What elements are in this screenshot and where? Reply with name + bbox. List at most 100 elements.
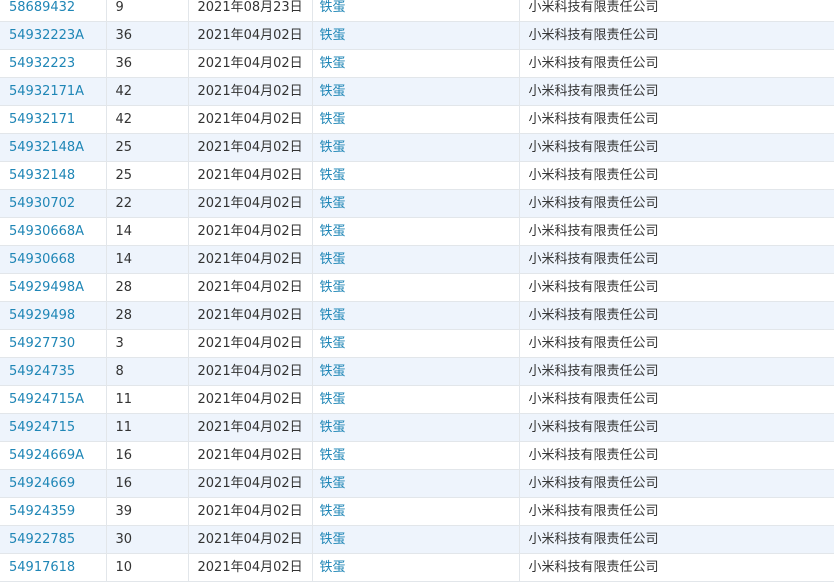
registration-number-link[interactable]: 54932171 — [9, 112, 75, 127]
trademark-name-link[interactable]: 铁蛋 — [320, 168, 346, 183]
applicant-name: 小米科技有限责任公司 — [528, 336, 659, 351]
trademark-name-link[interactable]: 铁蛋 — [320, 56, 346, 71]
trademark-name-cell: 铁蛋 — [312, 553, 520, 582]
trademark-name-cell: 铁蛋 — [312, 161, 520, 190]
applicant-cell: 小米科技有限责任公司 — [519, 273, 834, 302]
applicant-name: 小米科技有限责任公司 — [528, 0, 659, 15]
application-date-cell: 2021年04月02日 — [188, 245, 313, 274]
class-number: 16 — [115, 448, 133, 463]
registration-number-link[interactable]: 54922785 — [9, 532, 75, 547]
class-cell: 42 — [106, 105, 189, 134]
class-cell: 25 — [106, 133, 189, 162]
application-date: 2021年04月02日 — [197, 252, 303, 267]
class-cell: 14 — [106, 245, 189, 274]
registration-number-link[interactable]: 54932223 — [9, 56, 75, 71]
trademark-name-link[interactable]: 铁蛋 — [320, 84, 346, 99]
registration-number-link[interactable]: 54927730 — [9, 336, 75, 351]
registration-number-link[interactable]: 54924715 — [9, 420, 75, 435]
registration-number-link[interactable]: 54930668A — [9, 224, 84, 239]
registration-number-cell: 54924715A — [0, 385, 107, 414]
class-number: 25 — [115, 168, 133, 183]
trademark-name-cell: 铁蛋 — [312, 105, 520, 134]
registration-number-cell: 54922785 — [0, 525, 107, 554]
class-cell: 28 — [106, 273, 189, 302]
application-date: 2021年04月02日 — [197, 224, 303, 239]
registration-number-cell: 54924669A — [0, 441, 107, 470]
trademark-name-link[interactable]: 铁蛋 — [320, 112, 346, 127]
registration-number-link[interactable]: 54929498A — [9, 280, 84, 295]
trademark-name-cell: 铁蛋 — [312, 385, 520, 414]
registration-number-cell: 54917618 — [0, 553, 107, 582]
trademark-name-cell: 铁蛋 — [312, 0, 520, 22]
applicant-cell: 小米科技有限责任公司 — [519, 77, 834, 106]
class-cell: 16 — [106, 441, 189, 470]
applicant-cell: 小米科技有限责任公司 — [519, 357, 834, 386]
registration-number-link[interactable]: 54924669 — [9, 476, 75, 491]
trademark-name-link[interactable]: 铁蛋 — [320, 476, 346, 491]
applicant-name: 小米科技有限责任公司 — [528, 504, 659, 519]
applicant-cell: 小米科技有限责任公司 — [519, 525, 834, 554]
application-date-cell: 2021年04月02日 — [188, 497, 313, 526]
trademark-name-link[interactable]: 铁蛋 — [320, 252, 346, 267]
trademark-name-link[interactable]: 铁蛋 — [320, 364, 346, 379]
applicant-name: 小米科技有限责任公司 — [528, 140, 659, 155]
trademark-name-link[interactable]: 铁蛋 — [320, 504, 346, 519]
trademark-name-link[interactable]: 铁蛋 — [320, 336, 346, 351]
application-date-cell: 2021年08月23日 — [188, 0, 313, 22]
registration-number-link[interactable]: 54924359 — [9, 504, 75, 519]
table-row: 54924715A 11 2021年04月02日 铁蛋 小米科技有限责任公司 — [0, 385, 834, 414]
trademark-name-link[interactable]: 铁蛋 — [320, 420, 346, 435]
table-row: 54932171 42 2021年04月02日 铁蛋 小米科技有限责任公司 — [0, 105, 834, 134]
trademark-name-cell: 铁蛋 — [312, 301, 520, 330]
applicant-name: 小米科技有限责任公司 — [528, 196, 659, 211]
trademark-name-link[interactable]: 铁蛋 — [320, 392, 346, 407]
trademark-name-link[interactable]: 铁蛋 — [320, 308, 346, 323]
trademark-name-link[interactable]: 铁蛋 — [320, 448, 346, 463]
trademark-name-link[interactable]: 铁蛋 — [320, 280, 346, 295]
registration-number-link[interactable]: 54929498 — [9, 308, 75, 323]
table-row: 54924735 8 2021年04月02日 铁蛋 小米科技有限责任公司 — [0, 357, 834, 386]
registration-number-link[interactable]: 54917618 — [9, 560, 75, 575]
trademark-name-link[interactable]: 铁蛋 — [320, 0, 346, 15]
registration-number-link[interactable]: 54932171A — [9, 84, 84, 99]
trademark-name-cell: 铁蛋 — [312, 329, 520, 358]
class-cell: 25 — [106, 161, 189, 190]
application-date-cell: 2021年04月02日 — [188, 469, 313, 498]
applicant-name: 小米科技有限责任公司 — [528, 308, 659, 323]
application-date-cell: 2021年04月02日 — [188, 329, 313, 358]
class-number: 14 — [115, 252, 133, 267]
applicant-name: 小米科技有限责任公司 — [528, 560, 659, 575]
applicant-name: 小米科技有限责任公司 — [528, 392, 659, 407]
registration-number-link[interactable]: 54932148A — [9, 140, 84, 155]
trademark-name-link[interactable]: 铁蛋 — [320, 532, 346, 547]
registration-number-link[interactable]: 54924715A — [9, 392, 84, 407]
registration-number-cell: 54932148 — [0, 161, 107, 190]
class-cell: 16 — [106, 469, 189, 498]
registration-number-link[interactable]: 54932223A — [9, 28, 84, 43]
class-cell: 10 — [106, 553, 189, 582]
trademark-table-body: 58689432 9 2021年08月23日 铁蛋 小米科技有限责任公司 549… — [0, 0, 834, 582]
class-cell: 8 — [106, 357, 189, 386]
registration-number-link[interactable]: 54924735 — [9, 364, 75, 379]
trademark-name-link[interactable]: 铁蛋 — [320, 224, 346, 239]
registration-number-link[interactable]: 54930668 — [9, 252, 75, 267]
trademark-name-link[interactable]: 铁蛋 — [320, 28, 346, 43]
registration-number-cell: 54929498A — [0, 273, 107, 302]
applicant-name: 小米科技有限责任公司 — [528, 252, 659, 267]
registration-number-link[interactable]: 54930702 — [9, 196, 75, 211]
trademark-name-link[interactable]: 铁蛋 — [320, 196, 346, 211]
application-date: 2021年04月02日 — [197, 112, 303, 127]
trademark-name-link[interactable]: 铁蛋 — [320, 140, 346, 155]
registration-number-link[interactable]: 54932148 — [9, 168, 75, 183]
table-row: 54924669 16 2021年04月02日 铁蛋 小米科技有限责任公司 — [0, 469, 834, 498]
registration-number-link[interactable]: 58689432 — [9, 0, 75, 15]
registration-number-link[interactable]: 54924669A — [9, 448, 84, 463]
table-row: 54932223 36 2021年04月02日 铁蛋 小米科技有限责任公司 — [0, 49, 834, 78]
trademark-name-link[interactable]: 铁蛋 — [320, 560, 346, 575]
applicant-name: 小米科技有限责任公司 — [528, 56, 659, 71]
class-cell: 3 — [106, 329, 189, 358]
applicant-name: 小米科技有限责任公司 — [528, 476, 659, 491]
application-date: 2021年04月02日 — [197, 84, 303, 99]
class-number: 10 — [115, 560, 133, 575]
applicant-cell: 小米科技有限责任公司 — [519, 413, 834, 442]
